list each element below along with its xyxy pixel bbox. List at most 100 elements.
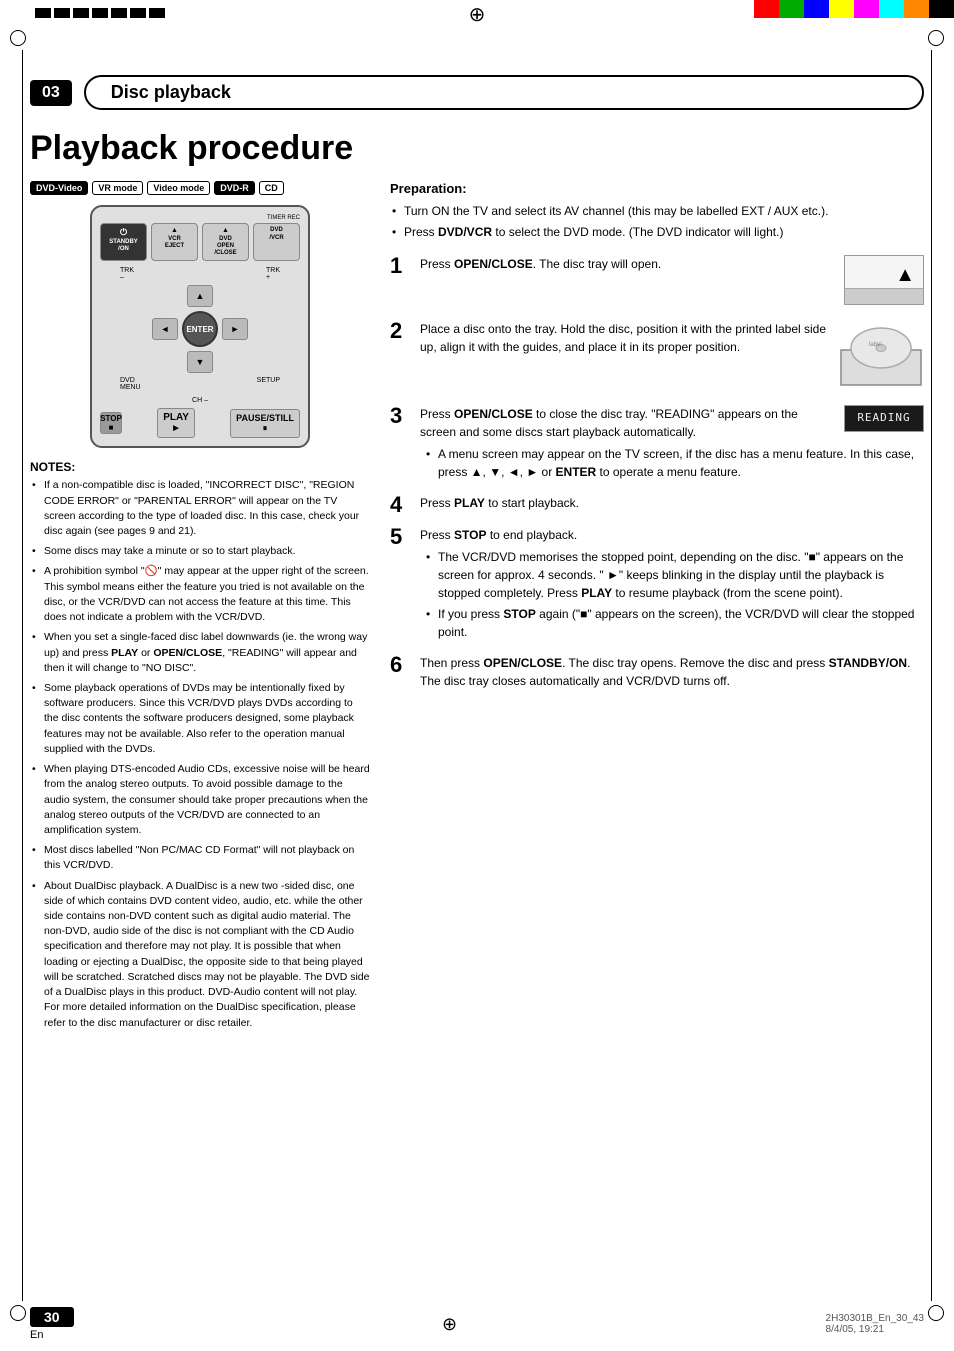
remote-nav: TRK– TRK+ ▲ ◄ ENTER ► ▼	[100, 267, 300, 391]
step-content-3: READINGPress OPEN/CLOSE to close the dis…	[420, 405, 924, 484]
preparation-list: Turn ON the TV and select its AV channel…	[390, 202, 924, 241]
stop-button[interactable]: STOP■	[100, 412, 122, 434]
page-title: Playback procedure	[30, 130, 924, 167]
footer-right: 2H30301B_En_30_43 8/4/05, 19:21	[826, 1313, 924, 1335]
left-column: DVD-Video VR mode Video mode DVD-R CD TIMER …	[30, 181, 370, 1035]
disc-loading-illustration: label	[839, 320, 924, 390]
disc-badge: DVD-Video	[30, 181, 88, 195]
step-4: 4 Press PLAY to start playback.	[390, 494, 924, 516]
disc-badge: Video mode	[147, 181, 210, 195]
crosshair-top: ⊕	[469, 2, 486, 27]
step-1: 1 ▲ Press OPEN/CLOSE. The disc tray will…	[390, 255, 924, 310]
nav-down-row: ▼	[187, 351, 213, 373]
step-sub-item: A menu screen may appear on the TV scree…	[424, 445, 924, 481]
page-number-section: 30 En	[30, 1307, 74, 1341]
step-content-4: Press PLAY to start playback.	[420, 494, 924, 512]
nav-middle-row: ◄ ENTER ►	[152, 311, 248, 347]
page-lang: En	[30, 1329, 74, 1341]
page-footer: 30 En ⊕ 2H30301B_En_30_43 8/4/05, 19:21	[30, 1307, 924, 1341]
dvd-vcr-button[interactable]: DVD/VCR	[253, 223, 300, 261]
chapter-title: Disc playback	[84, 75, 924, 110]
notes-list: If a non-compatible disc is loaded, "INC…	[30, 478, 370, 1030]
setup-label: SETUP	[257, 377, 280, 391]
dvd-menu-label: DVDMENU	[120, 377, 141, 391]
nav-up-row: ▲	[187, 285, 213, 307]
steps-section: 1 ▲ Press OPEN/CLOSE. The disc tray will…	[390, 255, 924, 690]
footer-center: ⊕	[442, 1314, 457, 1335]
step-number-1: 1	[390, 255, 410, 277]
remote-illustration: TIMER REC ⏻ STANDBY/ON ▲ VCREJECT ▲ DVDO	[90, 205, 310, 448]
vcr-eject-button[interactable]: ▲ VCREJECT	[151, 223, 198, 261]
calibration-bars	[35, 8, 165, 18]
reg-mark-br	[928, 1305, 944, 1321]
trk-plus-label: TRK+	[266, 267, 280, 281]
notes-section: NOTES: If a non-compatible disc is loade…	[30, 460, 370, 1030]
remote-control: TIMER REC ⏻ STANDBY/ON ▲ VCREJECT ▲ DVDO	[90, 205, 310, 448]
reg-mark-bl	[10, 1305, 26, 1321]
remote-top-buttons: ⏻ STANDBY/ON ▲ VCREJECT ▲ DVDOPEN/CLOSE	[100, 223, 300, 261]
reading-display: READING	[844, 405, 924, 432]
footer-date: 8/4/05, 19:21	[826, 1324, 924, 1335]
step-number-4: 4	[390, 494, 410, 516]
footer-filename: 2H30301B_En_30_43	[826, 1313, 924, 1324]
step-number-5: 5	[390, 526, 410, 548]
notes-title: NOTES:	[30, 460, 370, 474]
trk-minus-label: TRK–	[120, 267, 134, 281]
disc-badge: CD	[259, 181, 284, 195]
note-item: When playing DTS-encoded Audio CDs, exce…	[30, 762, 370, 838]
standby-button[interactable]: ⏻ STANDBY/ON	[100, 223, 147, 261]
note-item: A prohibition symbol "🚫" may appear at t…	[30, 564, 370, 625]
note-item: About DualDisc playback. A DualDisc is a…	[30, 879, 370, 1031]
page-number: 30	[30, 1307, 74, 1327]
side-line-right	[931, 50, 932, 1301]
side-line-left	[22, 50, 23, 1301]
tray-open-illustration: ▲	[844, 255, 924, 305]
prep-item: Turn ON the TV and select its AV channel…	[390, 202, 924, 220]
step-sub-item: The VCR/DVD memorises the stopped point,…	[424, 548, 924, 602]
disc-badge: DVD-R	[214, 181, 255, 195]
crosshair-bottom: ⊕	[442, 1314, 457, 1335]
reg-mark-tl	[10, 30, 26, 46]
pause-still-button[interactable]: PAUSE/STILL⏸	[230, 409, 300, 438]
step-sub-item: If you press STOP again ("■" appears on …	[424, 605, 924, 641]
chapter-number: 03	[30, 80, 72, 106]
step-5: 5 Press STOP to end playback.The VCR/DVD …	[390, 526, 924, 644]
play-button[interactable]: PLAY►	[157, 408, 195, 438]
chapter-header: 03 Disc playback	[30, 75, 924, 110]
main-content: Playback procedure DVD-Video VR mode Video…	[30, 130, 924, 1291]
step-number-2: 2	[390, 320, 410, 342]
step-number-6: 6	[390, 654, 410, 676]
note-item: Most discs labelled "Non PC/MAC CD Forma…	[30, 843, 370, 873]
svg-text:label: label	[869, 342, 882, 348]
step-2: 2 label Place a disc onto the tray. Hold…	[390, 320, 924, 395]
nav-left-button[interactable]: ◄	[152, 318, 178, 340]
step-3: 3 READINGPress OPEN/CLOSE to close the di…	[390, 405, 924, 484]
step-number-3: 3	[390, 405, 410, 427]
transport-buttons: STOP■ PLAY► PAUSE/STILL⏸	[100, 408, 300, 438]
disc-badge: VR mode	[92, 181, 143, 195]
ch-minus-label: CH –	[100, 397, 300, 404]
enter-button[interactable]: ENTER	[182, 311, 218, 347]
note-item: Some playback operations of DVDs may be …	[30, 681, 370, 757]
disc-badges: DVD-Video VR mode Video mode DVD-R CD	[30, 181, 370, 195]
step-content-6: Then press OPEN/CLOSE. The disc tray ope…	[420, 654, 924, 690]
reg-mark-tr	[928, 30, 944, 46]
nav-down-button[interactable]: ▼	[187, 351, 213, 373]
note-item: Some discs may take a minute or so to st…	[30, 544, 370, 559]
step-content-5: Press STOP to end playback.The VCR/DVD m…	[420, 526, 924, 644]
right-column: Preparation: Turn ON the TV and select i…	[390, 181, 924, 700]
preparation-section: Preparation: Turn ON the TV and select i…	[390, 181, 924, 241]
nav-up-button[interactable]: ▲	[187, 285, 213, 307]
step-content-1: ▲ Press OPEN/CLOSE. The disc tray will o…	[420, 255, 924, 310]
color-registration-bar	[754, 0, 954, 18]
nav-right-button[interactable]: ►	[222, 318, 248, 340]
step-content-2: label Place a disc onto the tray. Hold t…	[420, 320, 924, 395]
step-6: 6 Then press OPEN/CLOSE. The disc tray op…	[390, 654, 924, 690]
timer-rec-label: TIMER REC	[100, 215, 300, 221]
dvd-open-close-button[interactable]: ▲ DVDOPEN/CLOSE	[202, 223, 249, 261]
note-item: When you set a single-faced disc label d…	[30, 630, 370, 676]
two-column-layout: DVD-Video VR mode Video mode DVD-R CD TIMER …	[30, 181, 924, 1035]
prep-item: Press DVD/VCR to select the DVD mode. (T…	[390, 223, 924, 241]
preparation-title: Preparation:	[390, 181, 924, 196]
note-item: If a non-compatible disc is loaded, "INC…	[30, 478, 370, 539]
